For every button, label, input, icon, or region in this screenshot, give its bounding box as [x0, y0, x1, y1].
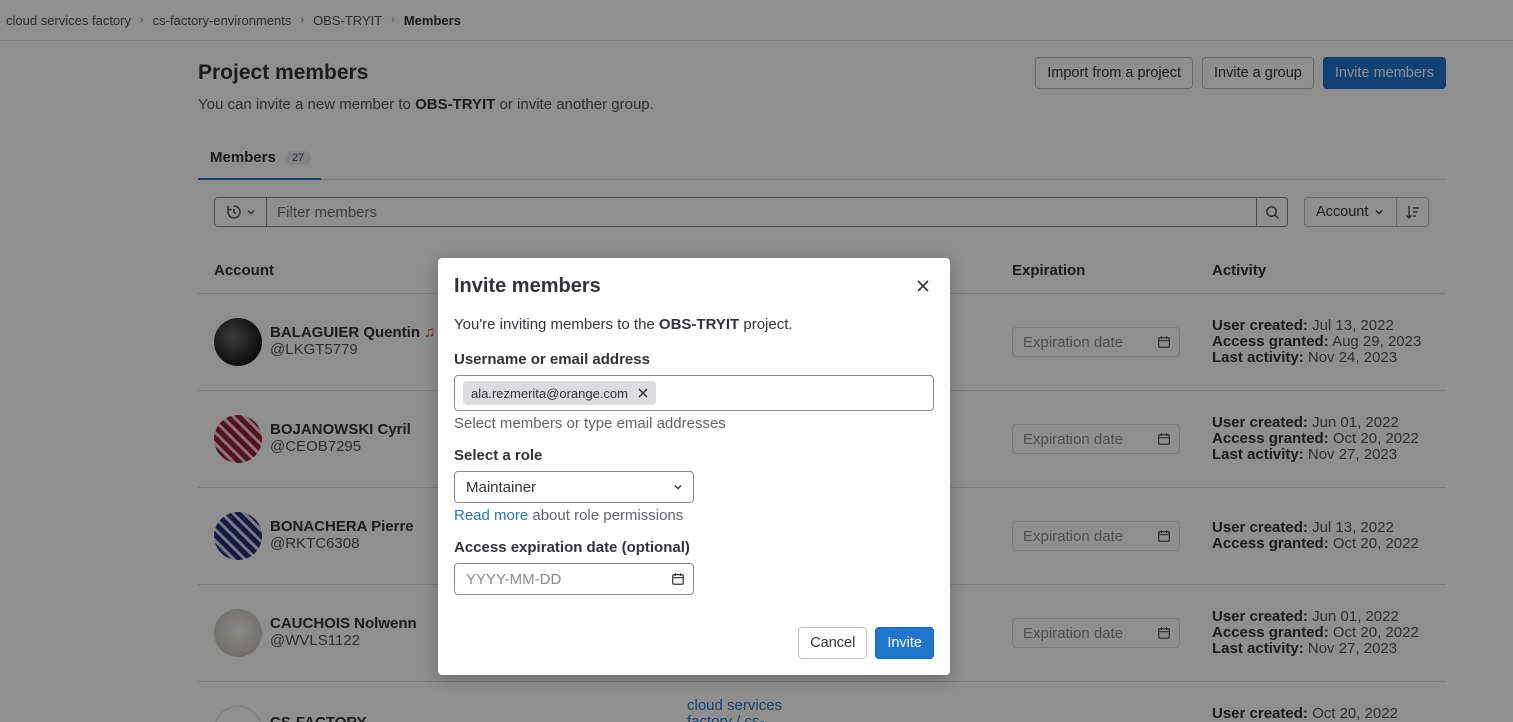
calendar-icon[interactable] [671, 572, 685, 586]
modal-intro-prefix: You're inviting members to the [454, 316, 659, 333]
expiration-label: Access expiration date (optional) [454, 539, 690, 556]
username-help-text: Select members or type email addresses [454, 415, 726, 432]
members-token-input[interactable]: ala.rezmerita@orange.com [454, 375, 934, 411]
access-expiration-date-input[interactable]: YYYY-MM-DD [454, 563, 694, 595]
role-select[interactable]: Maintainer [454, 471, 694, 503]
role-label: Select a role [454, 447, 543, 464]
modal-intro: You're inviting members to the OBS-TRYIT… [454, 316, 793, 333]
member-token: ala.rezmerita@orange.com [463, 381, 656, 405]
read-more-link[interactable]: Read more [454, 507, 528, 524]
modal-title: Invite members [454, 275, 601, 297]
date-placeholder: YYYY-MM-DD [466, 570, 562, 588]
invite-button[interactable]: Invite [875, 627, 934, 659]
role-help-suffix: about role permissions [528, 507, 684, 524]
invite-members-modal: Invite members You're inviting members t… [438, 258, 950, 675]
username-label: Username or email address [454, 351, 650, 368]
close-icon [917, 280, 929, 292]
role-select-value: Maintainer [466, 478, 537, 496]
cancel-button[interactable]: Cancel [798, 627, 868, 659]
chevron-down-icon [674, 485, 682, 490]
modal-footer: Cancel Invite [798, 627, 934, 659]
member-token-label: ala.rezmerita@orange.com [471, 385, 628, 401]
modal-intro-suffix: project. [739, 316, 793, 333]
close-icon[interactable] [638, 388, 648, 398]
close-button[interactable] [914, 277, 932, 295]
role-help-text: Read more about role permissions [454, 507, 683, 524]
modal-intro-project: OBS-TRYIT [658, 316, 740, 333]
